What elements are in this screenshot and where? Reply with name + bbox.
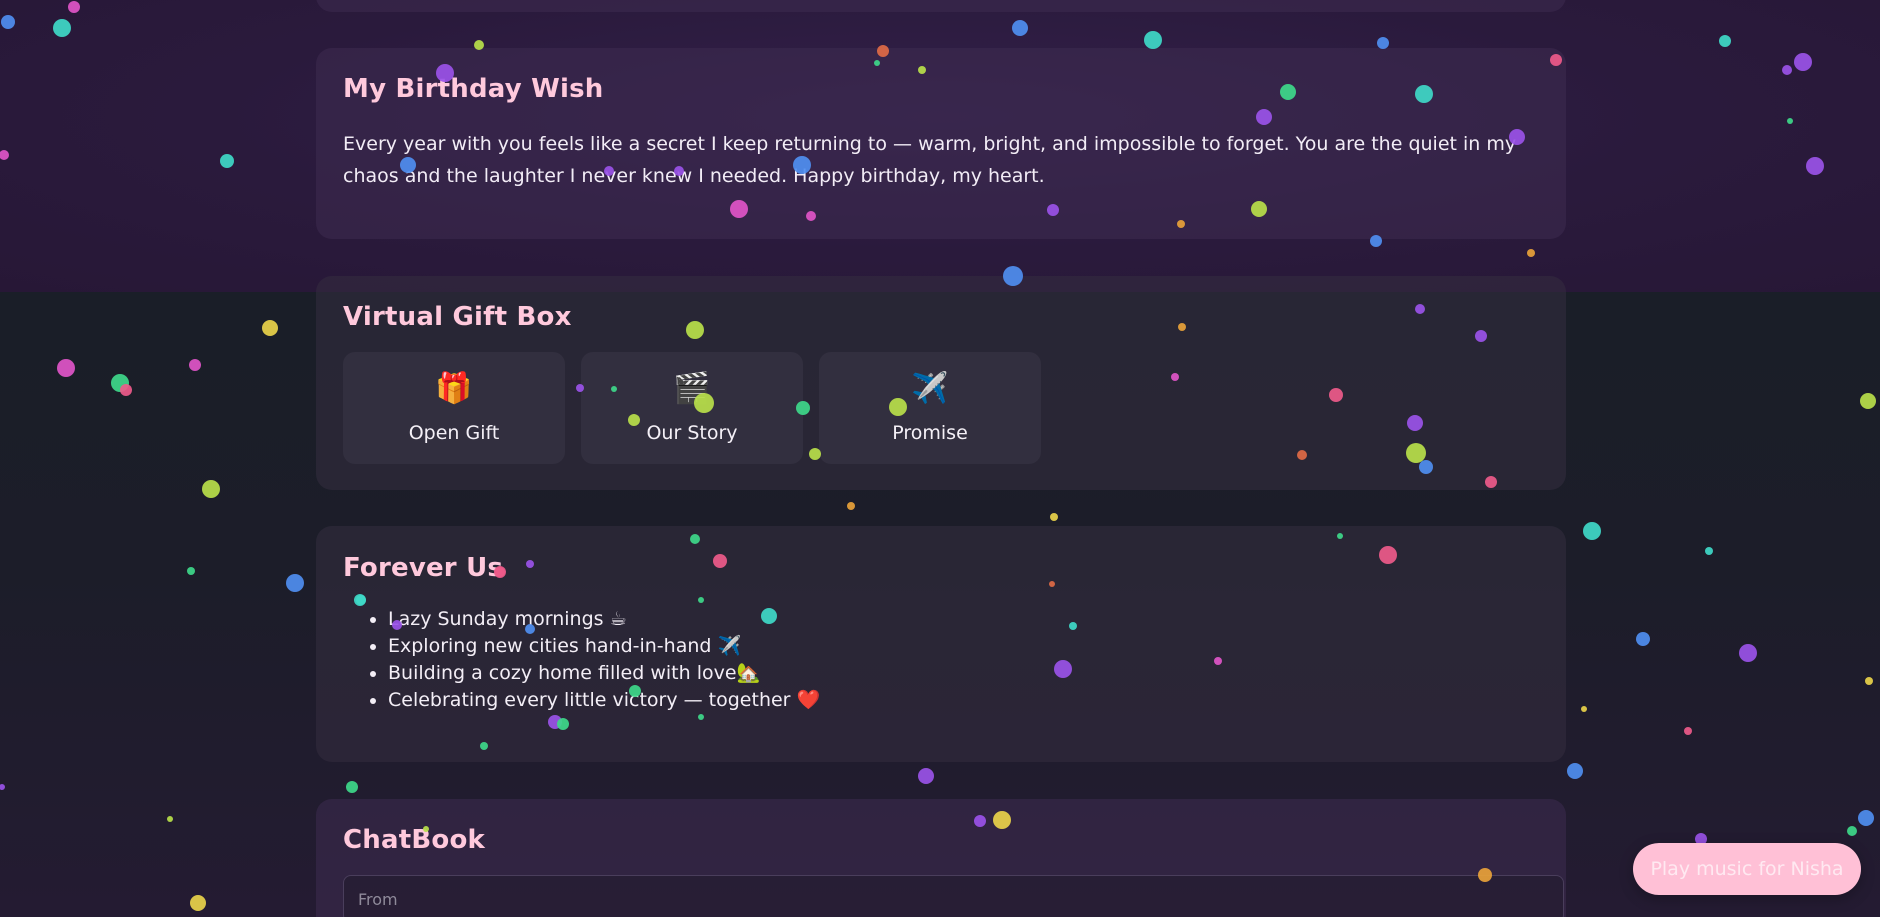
- promise-button[interactable]: ✈️ Promise: [819, 352, 1041, 464]
- play-music-button[interactable]: Play music for Nisha: [1633, 843, 1861, 895]
- previous-card-edge: [316, 0, 1566, 12]
- gift-icon: 🎁: [435, 371, 473, 406]
- list-item: Exploring new cities hand-in-hand ✈️: [388, 633, 820, 660]
- promise-label: Promise: [892, 422, 968, 444]
- virtual-gift-box-title: Virtual Gift Box: [343, 302, 572, 332]
- gift-tiles: 🎁 Open Gift 🎬 Our Story ✈️ Promise: [343, 352, 1041, 464]
- chatbook-card: ChatBook: [316, 799, 1566, 917]
- open-gift-button[interactable]: 🎁 Open Gift: [343, 352, 565, 464]
- our-story-button[interactable]: 🎬 Our Story: [581, 352, 803, 464]
- clapperboard-icon: 🎬: [673, 371, 711, 406]
- list-item: Celebrating every little victory — toget…: [388, 687, 820, 714]
- birthday-wish-title: My Birthday Wish: [343, 74, 604, 104]
- chatbook-title: ChatBook: [343, 825, 485, 855]
- forever-us-card: Forever Us Lazy Sunday mornings ☕ Explor…: [316, 526, 1566, 762]
- open-gift-label: Open Gift: [408, 422, 500, 444]
- birthday-wish-card: My Birthday Wish Every year with you fee…: [316, 48, 1566, 239]
- birthday-wish-text: Every year with you feels like a secret …: [343, 133, 1517, 187]
- list-item: Building a cozy home filled with love🏡: [388, 660, 820, 687]
- forever-us-title: Forever Us: [343, 553, 504, 583]
- airplane-icon: ✈️: [911, 371, 949, 406]
- our-story-label: Our Story: [646, 422, 738, 444]
- list-item: Lazy Sunday mornings ☕: [388, 606, 820, 633]
- from-input[interactable]: [343, 875, 1564, 917]
- forever-us-list: Lazy Sunday mornings ☕ Exploring new cit…: [366, 606, 820, 714]
- virtual-gift-box-card: Virtual Gift Box 🎁 Open Gift 🎬 Our Story…: [316, 276, 1566, 490]
